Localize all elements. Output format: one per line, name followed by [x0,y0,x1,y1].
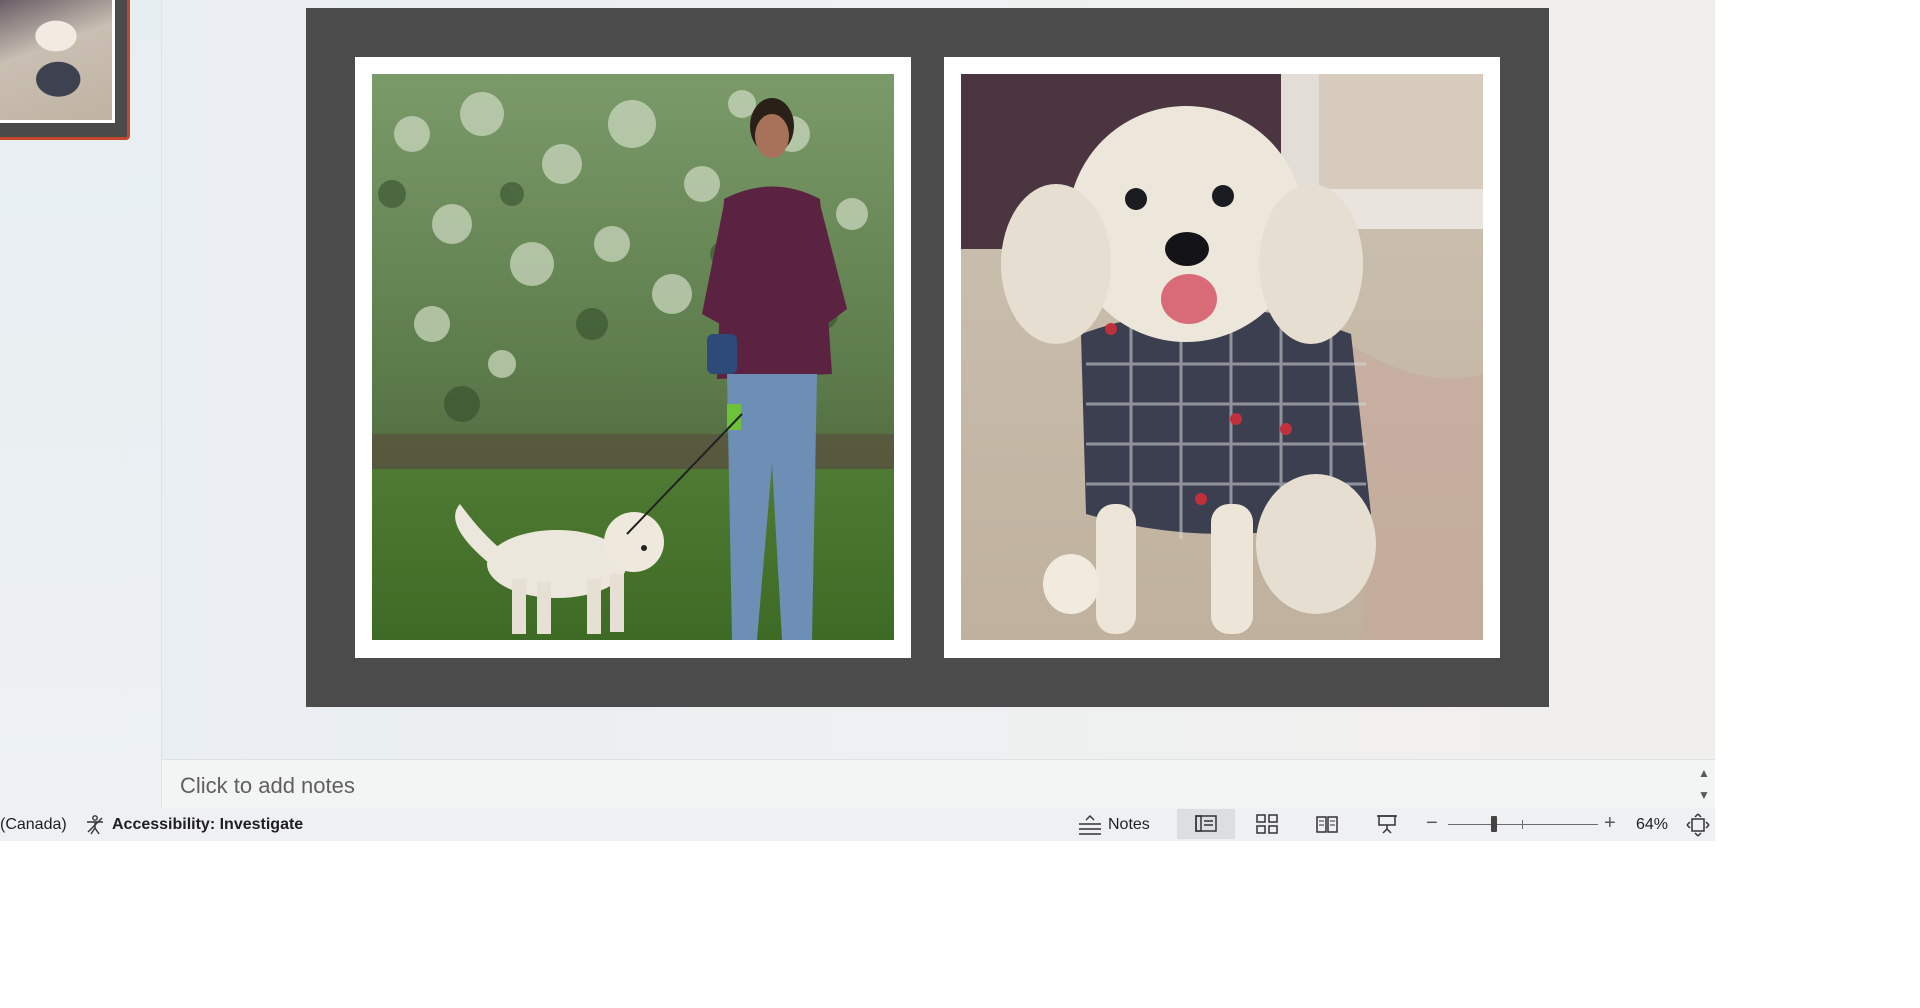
slide-thumbnail-pane [0,0,162,808]
notes-toggle-button[interactable]: Notes [1078,813,1150,837]
slide-sorter-icon [1256,814,1278,834]
accessibility-icon [87,815,103,835]
zoom-slider-center-tick [1522,820,1523,829]
language-indicator[interactable]: (Canada) [0,816,67,834]
status-bar: (Canada) Accessibility: Investigate Note… [0,808,1715,841]
zoom-slider-thumb[interactable] [1491,816,1497,832]
reading-view-button[interactable] [1298,809,1356,839]
zoom-out-button[interactable]: − [1426,812,1438,835]
dog-in-shirt-image [961,74,1483,640]
fit-slide-to-window-button[interactable] [1686,813,1710,837]
accessibility-label: Accessibility: Investigate [112,816,304,833]
reading-view-icon [1316,816,1338,833]
accessibility-button[interactable]: Accessibility: Investigate [84,814,303,836]
woman-with-dog-photo[interactable] [372,74,894,640]
woman-with-dog-image [372,74,894,640]
slide-thumbnail-selected[interactable] [0,0,130,140]
zoom-in-button[interactable]: + [1604,812,1616,835]
normal-view-button[interactable] [1177,809,1235,839]
normal-view-icon [1195,815,1217,832]
powerpoint-window: Click to add notes ▲ ▼ (Canada) Accessib… [0,0,1715,841]
slide-sorter-button[interactable] [1238,809,1296,839]
photo-frame-right[interactable] [944,57,1500,658]
scroll-up-arrow-icon[interactable]: ▲ [1697,766,1711,780]
zoom-slider-track[interactable] [1448,824,1598,825]
notes-pane[interactable]: Click to add notes ▲ ▼ [162,759,1715,809]
zoom-level-button[interactable]: 64% [1636,816,1668,834]
slide-show-button[interactable] [1358,809,1416,839]
scroll-down-arrow-icon[interactable]: ▼ [1697,788,1711,802]
notes-icon [1079,815,1101,835]
photo-frame-left[interactable] [355,57,911,658]
slide-canvas[interactable] [306,8,1549,707]
notes-placeholder[interactable]: Click to add notes [180,773,355,799]
slide-show-icon [1377,815,1397,834]
dog-in-shirt-photo[interactable] [961,74,1483,640]
thumbnail-dog-photo [0,0,112,120]
fit-to-window-icon [1686,813,1710,837]
thumbnail-photo-frame [0,0,115,123]
notes-toggle-label: Notes [1108,816,1150,833]
